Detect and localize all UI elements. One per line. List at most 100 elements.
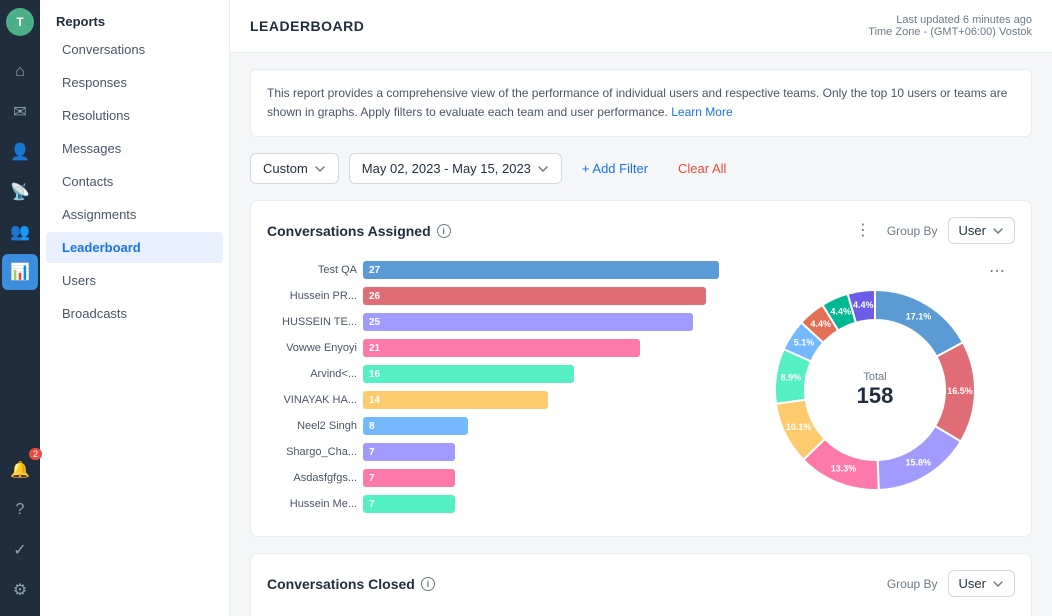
donut-label: 4.4% [853,301,874,311]
conversations-closed-card: Conversations Closed i Group By User [250,553,1032,616]
bar-track: 26 [363,286,719,306]
sidebar-item-messages[interactable]: Messages [46,133,223,164]
chevron-down-icon [314,163,326,175]
bar-label: HUSSEIN TE... [267,316,357,328]
bar-label: Asdasfgfgs... [267,472,357,484]
date-range-type-select[interactable]: Custom [250,153,339,184]
sidebar-item-resolutions[interactable]: Resolutions [46,100,223,131]
bar-track: 7 [363,442,719,462]
info-icon-closed[interactable]: i [421,577,435,591]
broadcast-icon[interactable]: 📡 [2,174,38,210]
sidebar-item-leaderboard[interactable]: Leaderboard [46,232,223,263]
donut-label: 13.3% [831,464,857,474]
bar-row: Neel2 Singh 8 [267,416,719,436]
sidebar-item-contacts[interactable]: Contacts [46,166,223,197]
last-updated: Last updated 6 minutes ago [868,14,1032,26]
description-bar: This report provides a comprehensive vie… [250,69,1032,137]
bar-fill: 16 [363,365,574,383]
bar-fill: 25 [363,313,693,331]
home-icon[interactable]: ⌂ [2,54,38,90]
bar-track: 27 [363,260,719,280]
bar-fill: 26 [363,287,706,305]
avatar[interactable]: T [6,8,34,36]
bar-label: Hussein PR... [267,290,357,302]
timezone: Time Zone - (GMT+06:00) Vostok [868,26,1032,38]
filter-bar: Custom May 02, 2023 - May 15, 2023 + Add… [250,153,1032,184]
donut-label: 5.1% [794,338,815,348]
sidebar-item-responses[interactable]: Responses [46,67,223,98]
group-by-select[interactable]: User [948,217,1015,244]
check-icon[interactable]: ✓ [2,532,38,568]
bar-row: Hussein Me... 7 [267,494,719,514]
donut-label: 8.9% [781,373,802,383]
main-content: LEADERBOARD Last updated 6 minutes ago T… [230,0,1052,616]
bar-fill: 7 [363,469,455,487]
reports-icon[interactable]: 📊 [2,254,38,290]
team-icon[interactable]: 👥 [2,214,38,250]
donut-label: 15.8% [906,458,932,468]
more-options-icon[interactable]: ⋮ [849,221,877,241]
group-by-value: User [959,223,986,238]
header-meta: Last updated 6 minutes ago Time Zone - (… [868,14,1032,38]
conversations-assigned-content: Test QA 27 Hussein PR... 26 HUSSEIN TE..… [267,260,1015,520]
sidebar-reports-title: Reports [40,0,229,33]
contact-icon[interactable]: 👤 [2,134,38,170]
bar-chart: Test QA 27 Hussein PR... 26 HUSSEIN TE..… [267,260,719,520]
bar-label: Shargo_Cha... [267,446,357,458]
conversations-closed-title: Conversations Closed i [267,576,435,592]
inbox-icon[interactable]: ✉ [2,94,38,130]
icon-bar: T ⌂ ✉ 👤 📡 👥 📊 🔔 2 ? ✓ ⚙ [0,0,40,616]
sidebar-item-conversations[interactable]: Conversations [46,34,223,65]
bar-row: Asdasfgfgs... 7 [267,468,719,488]
help-icon[interactable]: ? [2,492,38,528]
bar-track: 25 [363,312,719,332]
sidebar-item-users[interactable]: Users [46,265,223,296]
bar-label: VINAYAK HA... [267,394,357,406]
bar-label: Test QA [267,264,357,276]
donut-label: 4.4% [830,307,851,317]
date-range-select[interactable]: May 02, 2023 - May 15, 2023 [349,153,562,184]
donut-chart: 17.1%16.5%15.8%13.3%10.1%8.9%5.1%4.4%4.4… [735,260,1015,520]
bar-row: Vowwe Enyoyi 21 [267,338,719,358]
chevron-down-icon-3 [992,225,1004,237]
bar-row: Shargo_Cha... 7 [267,442,719,462]
bar-row: VINAYAK HA... 14 [267,390,719,410]
group-by-value-closed: User [959,576,986,591]
settings-icon[interactable]: ⚙ [2,572,38,608]
sidebar: Reports Conversations Responses Resoluti… [40,0,230,616]
conversations-assigned-header: Conversations Assigned i ⋮ Group By User [267,217,1015,244]
bar-fill: 7 [363,443,455,461]
card-closed-header-right: Group By User [887,570,1015,597]
group-by-label-closed: Group By [887,577,938,591]
bar-track: 7 [363,494,719,514]
date-range-value: May 02, 2023 - May 15, 2023 [362,161,531,176]
clear-all-button[interactable]: Clear All [668,154,736,183]
sidebar-item-assignments[interactable]: Assignments [46,199,223,230]
page-title: LEADERBOARD [250,18,364,34]
bar-fill: 14 [363,391,548,409]
bar-fill: 8 [363,417,468,435]
main-body: This report provides a comprehensive vie… [230,53,1052,616]
donut-label: 17.1% [906,312,932,322]
add-filter-button[interactable]: + Add Filter [572,154,658,183]
donut-more-options-icon[interactable]: ⋯ [983,261,1011,282]
group-by-select-closed[interactable]: User [948,570,1015,597]
bar-fill: 7 [363,495,455,513]
sidebar-item-broadcasts[interactable]: Broadcasts [46,298,223,329]
notifications-icon[interactable]: 🔔 2 [2,452,38,488]
chevron-down-icon-4 [992,578,1004,590]
bar-row: HUSSEIN TE... 25 [267,312,719,332]
bar-track: 16 [363,364,719,384]
conversations-assigned-card: Conversations Assigned i ⋮ Group By User [250,200,1032,537]
donut-label: 4.4% [811,319,832,329]
learn-more-link[interactable]: Learn More [671,105,732,119]
chevron-down-icon-2 [537,163,549,175]
conversations-closed-header: Conversations Closed i Group By User [267,570,1015,597]
bar-label: Neel2 Singh [267,420,357,432]
bar-track: 8 [363,416,719,436]
notification-badge: 2 [29,448,42,460]
bar-label: Vowwe Enyoyi [267,342,357,354]
bar-track: 7 [363,468,719,488]
donut-label: 16.5% [947,387,973,397]
info-icon[interactable]: i [437,224,451,238]
